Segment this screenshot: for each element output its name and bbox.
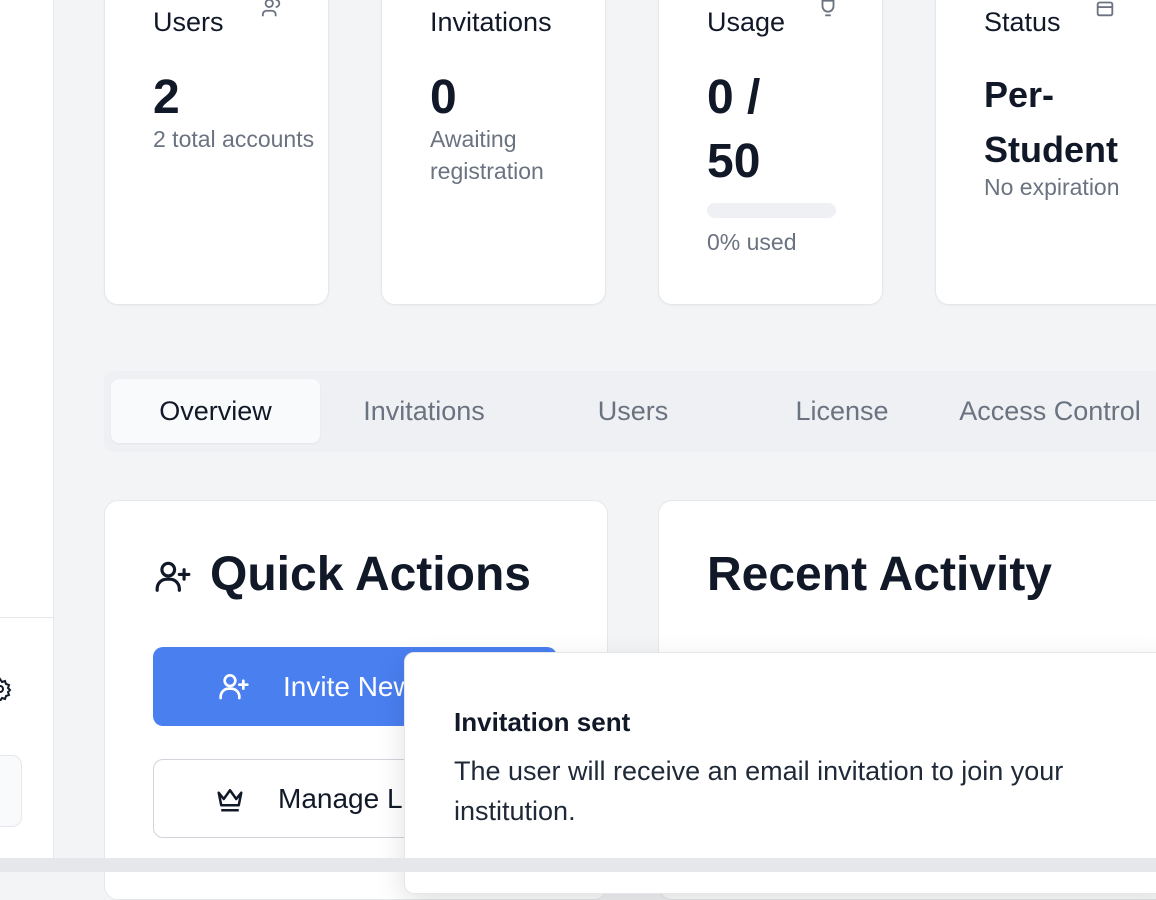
tab-bar: Overview Invitations Users License Acces… xyxy=(104,371,1156,452)
stat-card-usage: Usage 0 / 50 0% used xyxy=(658,0,883,305)
stat-card-invitations: Invitations 0 Awaiting registration xyxy=(381,0,606,305)
tab-users[interactable]: Users xyxy=(528,379,738,443)
stat-value: Per- Student xyxy=(984,67,1118,177)
tab-license[interactable]: License xyxy=(738,379,946,443)
stat-subtitle: 2 total accounts xyxy=(153,126,315,152)
users-icon xyxy=(261,0,281,17)
user-plus-icon xyxy=(219,674,249,700)
stat-title: Invitations xyxy=(430,7,552,37)
sidebar xyxy=(0,0,54,858)
tab-invitations[interactable]: Invitations xyxy=(320,379,528,443)
calendar-icon xyxy=(1096,1,1114,17)
toast-description: The user will receive an email invitatio… xyxy=(454,756,1064,826)
stat-value: 0 / 50 xyxy=(707,66,760,194)
recent-activity-title: Recent Activity xyxy=(707,548,1052,601)
stat-card-users: Users 2 2 total accounts xyxy=(104,0,329,305)
usage-progress-bar xyxy=(707,203,836,218)
tab-access-control[interactable]: Access Control xyxy=(946,379,1154,443)
stat-value: 0 xyxy=(430,71,457,124)
stat-subtitle: 0% used xyxy=(707,229,797,255)
quick-actions-title: Quick Actions xyxy=(210,548,531,601)
user-plus-icon xyxy=(155,561,191,592)
trophy-icon xyxy=(821,0,835,17)
stat-value-line2: 50 xyxy=(707,135,761,188)
gear-icon[interactable] xyxy=(0,677,12,701)
stat-subtitle: No expiration xyxy=(984,174,1120,200)
sidebar-divider xyxy=(0,617,53,618)
stat-title: Status xyxy=(984,7,1061,37)
stat-title: Usage xyxy=(707,7,786,37)
stat-value: 2 xyxy=(153,71,180,124)
stat-value-line1: Per- xyxy=(984,74,1055,115)
crown-icon xyxy=(217,789,243,812)
stat-value-line1: 0 / xyxy=(707,71,761,124)
stat-subtitle: Awaiting registration xyxy=(430,126,544,184)
sidebar-user-menu[interactable] xyxy=(0,755,22,827)
stat-card-status: Status Per- Student No expiration xyxy=(935,0,1156,305)
toast-title: Invitation sent xyxy=(454,707,631,737)
stat-value-line2: Student xyxy=(984,129,1118,170)
stat-title: Users xyxy=(153,7,224,37)
tab-overview[interactable]: Overview xyxy=(111,379,320,443)
bottom-edge xyxy=(0,858,1156,872)
